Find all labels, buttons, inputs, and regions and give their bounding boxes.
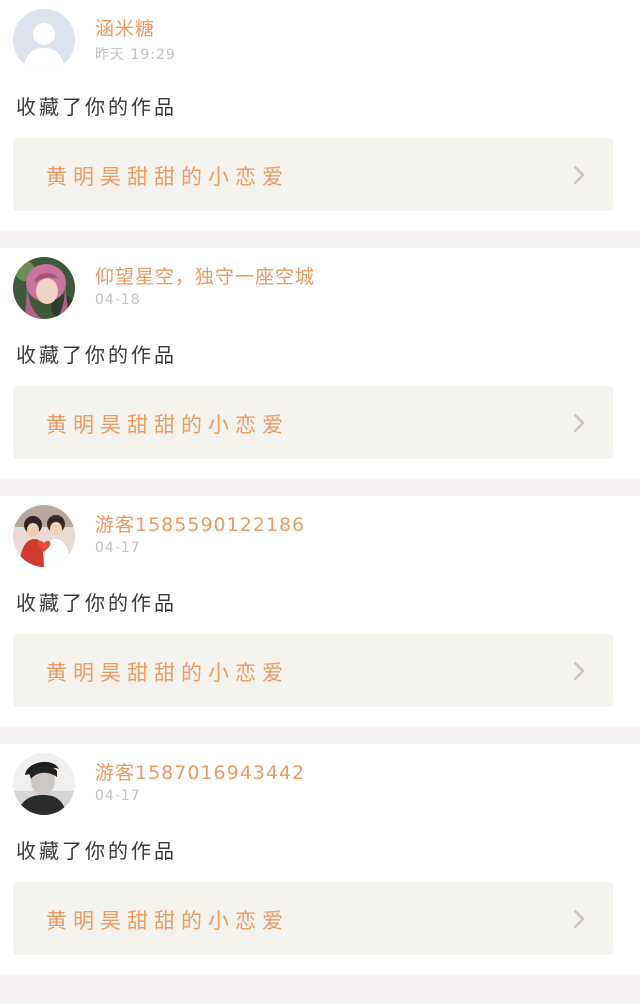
avatar[interactable] (13, 505, 75, 567)
username[interactable]: 仰望星空，独守一座空城 (95, 262, 315, 289)
work-title: 黄明昊甜甜的小恋爱 (46, 165, 289, 189)
work-link[interactable]: 黄明昊甜甜的小恋爱 (13, 882, 613, 955)
couple-heart-avatar-icon (13, 505, 75, 567)
work-title: 黄明昊甜甜的小恋爱 (46, 413, 289, 437)
notification-card: 游客1585590122186 04-17 收藏了你的作品 黄明昊甜甜的小恋爱 (0, 496, 640, 726)
default-user-avatar-icon (13, 9, 75, 71)
action-text: 收藏了你的作品 (16, 591, 177, 615)
work-link[interactable]: 黄明昊甜甜的小恋爱 (13, 634, 613, 707)
notification-card: 涵米糖 昨天 19:29 收藏了你的作品 黄明昊甜甜的小恋爱 (0, 0, 640, 230)
chevron-right-icon (571, 660, 587, 682)
action-text: 收藏了你的作品 (16, 839, 177, 863)
work-link[interactable]: 黄明昊甜甜的小恋爱 (13, 138, 613, 211)
avatar[interactable] (13, 753, 75, 815)
username[interactable]: 游客1587016943442 (95, 758, 305, 785)
chevron-right-icon (571, 908, 587, 930)
notification-card: 游客1587016943442 04-17 收藏了你的作品 黄明昊甜甜的小恋爱 (0, 744, 640, 974)
notification-card: 仰望星空，独守一座空城 04-18 收藏了你的作品 黄明昊甜甜的小恋爱 (0, 248, 640, 478)
work-link[interactable]: 黄明昊甜甜的小恋爱 (13, 386, 613, 459)
notification-feed: 涵米糖 昨天 19:29 收藏了你的作品 黄明昊甜甜的小恋爱 仰望星空，独守一座… (0, 0, 640, 974)
pink-hair-girl-avatar-icon (13, 257, 75, 319)
timestamp: 04-17 (95, 788, 141, 804)
avatar[interactable] (13, 9, 75, 71)
work-title: 黄明昊甜甜的小恋爱 (46, 661, 289, 685)
chevron-right-icon (571, 412, 587, 434)
dark-hair-boy-avatar-icon (13, 753, 75, 815)
timestamp: 04-17 (95, 540, 141, 556)
username[interactable]: 涵米糖 (95, 14, 155, 41)
timestamp: 昨天 19:29 (95, 47, 176, 63)
action-text: 收藏了你的作品 (16, 343, 177, 367)
username[interactable]: 游客1585590122186 (95, 510, 305, 537)
timestamp: 04-18 (95, 292, 141, 308)
work-title: 黄明昊甜甜的小恋爱 (46, 909, 289, 933)
avatar[interactable] (13, 257, 75, 319)
chevron-right-icon (571, 164, 587, 186)
action-text: 收藏了你的作品 (16, 95, 177, 119)
